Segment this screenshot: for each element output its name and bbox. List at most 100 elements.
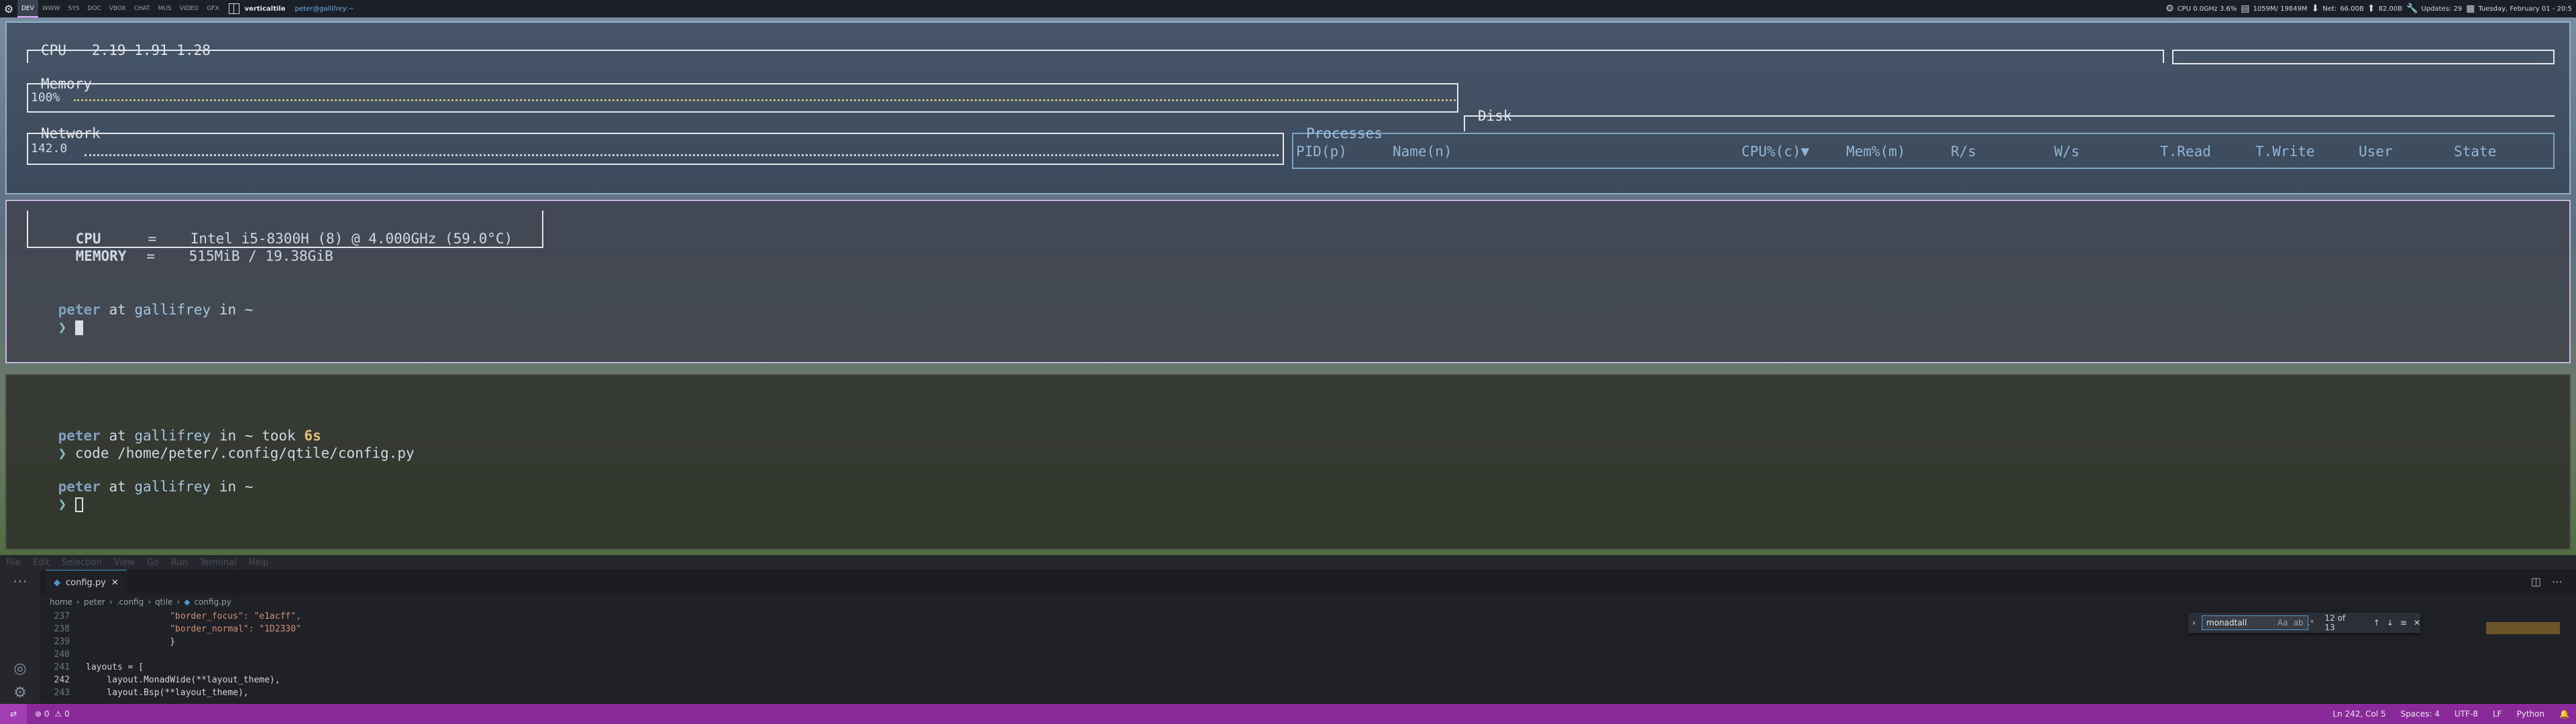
updates-widget[interactable]: 🔧 Updates: 29 bbox=[2406, 3, 2462, 14]
code-editor[interactable]: 237 "border_focus": "e1acff", 238 "borde… bbox=[40, 611, 2482, 707]
code-line[interactable]: } bbox=[86, 637, 175, 647]
menu-terminal[interactable]: Terminal bbox=[194, 558, 243, 568]
whole-word-icon[interactable]: ab bbox=[2294, 618, 2304, 627]
crumb-file[interactable]: config.py bbox=[194, 597, 231, 607]
find-count: 12 of 13 bbox=[2324, 613, 2346, 632]
selection-icon[interactable]: ≡ bbox=[2400, 618, 2407, 627]
net-down: 66.00B bbox=[2340, 5, 2364, 13]
input-line[interactable]: ❯ bbox=[24, 299, 83, 355]
menu-run[interactable]: Run bbox=[165, 558, 194, 568]
more-actions-icon[interactable]: ⋯ bbox=[2552, 575, 2563, 588]
menu-help[interactable]: Help bbox=[243, 558, 275, 568]
group-dev[interactable]: DEV bbox=[17, 0, 38, 17]
split-editor-icon[interactable]: ◫ bbox=[2531, 575, 2541, 588]
menu-file[interactable]: File bbox=[0, 558, 27, 568]
crumb-qtile[interactable]: qtile bbox=[155, 597, 172, 607]
crumb-home[interactable]: home bbox=[50, 597, 72, 607]
group-mus[interactable]: MUS bbox=[154, 0, 176, 17]
code-line[interactable]: layouts = [ bbox=[86, 662, 144, 672]
cpu-graph-box bbox=[2172, 50, 2555, 64]
minimap[interactable] bbox=[2482, 611, 2563, 707]
chevron-right-icon: › bbox=[76, 597, 80, 607]
regex-icon[interactable]: .* bbox=[2308, 618, 2314, 627]
cursor-position[interactable]: Ln 242, Col 5 bbox=[2332, 709, 2385, 719]
group-vbox[interactable]: VBOX bbox=[105, 0, 130, 17]
gear-icon[interactable]: ⚙ bbox=[12, 685, 28, 701]
col-twrite[interactable]: T.Write bbox=[2255, 143, 2315, 160]
line-number: 243 bbox=[54, 688, 70, 698]
language-mode[interactable]: Python bbox=[2516, 709, 2544, 719]
text-cursor bbox=[74, 320, 83, 335]
input-line[interactable]: ❯ bbox=[24, 476, 83, 532]
col-user[interactable]: User bbox=[2359, 143, 2393, 160]
status-bar: ⇄ ⊗ 0 ⚠ 0 Ln 242, Col 5 Spaces: 4 UTF-8 … bbox=[0, 704, 2576, 724]
group-sys[interactable]: SYS bbox=[64, 0, 83, 17]
updates-text: Updates: 29 bbox=[2421, 5, 2463, 13]
close-icon[interactable]: ✕ bbox=[2414, 618, 2420, 627]
tab-config-py[interactable]: ◆ config.py ✕ bbox=[46, 570, 127, 595]
minimap-slider[interactable] bbox=[2486, 622, 2560, 634]
code-line[interactable]: "border_focus": "e1acff", bbox=[86, 611, 301, 621]
memory-graph bbox=[74, 99, 1456, 101]
memory-box: Memory 100% bbox=[27, 76, 1458, 113]
code-line[interactable]: "border_normal": "1D2330" bbox=[86, 624, 301, 634]
menu-go[interactable]: Go bbox=[141, 558, 165, 568]
line-ending[interactable]: LF bbox=[2493, 709, 2502, 719]
encoding[interactable]: UTF-8 bbox=[2455, 709, 2478, 719]
group-chat[interactable]: CHAT bbox=[130, 0, 154, 17]
net-up: 82.00B bbox=[2378, 5, 2402, 13]
indentation[interactable]: Spaces: 4 bbox=[2401, 709, 2440, 719]
notifications-icon[interactable]: 🔔 bbox=[2559, 709, 2569, 719]
group-gfx[interactable]: GFX bbox=[203, 0, 223, 17]
cpu-icon: ⚙ bbox=[2165, 3, 2174, 14]
close-icon[interactable]: ✕ bbox=[111, 578, 119, 588]
tab-label: config.py bbox=[66, 577, 106, 588]
menu-view[interactable]: View bbox=[108, 558, 141, 568]
menu-edit[interactable]: Edit bbox=[27, 558, 56, 568]
activity-bar: ⋯ ◎ ⚙ bbox=[0, 570, 40, 707]
group-www[interactable]: WWW bbox=[38, 0, 64, 17]
sysinfo-memory-row: MEMORY = 515MiB / 19.38GiB bbox=[42, 228, 333, 284]
crumb-config[interactable]: .config bbox=[117, 597, 144, 607]
col-pid[interactable]: PID(p) bbox=[1296, 143, 1347, 160]
python-logo-icon[interactable]: ⚙ bbox=[0, 0, 17, 17]
col-cpu[interactable]: CPU%(c)▼ bbox=[1741, 143, 1809, 160]
wrench-icon: 🔧 bbox=[2406, 3, 2418, 14]
layout-icon[interactable] bbox=[228, 3, 239, 14]
network-value: 142.0 bbox=[31, 141, 68, 156]
code-line[interactable]: layout.MonadWide(**layout_theme), bbox=[86, 675, 280, 685]
crumb-peter[interactable]: peter bbox=[84, 597, 105, 607]
prompt-at: at bbox=[109, 302, 126, 318]
warnings-count[interactable]: ⚠ 0 bbox=[55, 709, 70, 719]
network-graph bbox=[85, 154, 1279, 156]
bpytop-window[interactable]: CPU ─ 2.19 1.91 1.28 Memory 100% Disk Ne… bbox=[5, 21, 2571, 194]
terminal-window[interactable]: peter at gallifrey in ~ took 6s ❯ code /… bbox=[5, 374, 2571, 550]
col-rs[interactable]: R/s bbox=[1951, 143, 1976, 160]
menu-bar: File Edit Selection View Go Run Terminal… bbox=[0, 555, 2576, 570]
remote-icon[interactable]: ⇄ bbox=[0, 704, 27, 724]
code-line[interactable]: layout.Bsp(**layout_theme), bbox=[86, 688, 248, 698]
col-mem[interactable]: Mem%(m) bbox=[1846, 143, 1906, 160]
errors-count[interactable]: ⊗ 0 bbox=[35, 709, 50, 719]
col-state[interactable]: State bbox=[2454, 143, 2496, 160]
col-name[interactable]: Name(n) bbox=[1393, 143, 1452, 160]
chevron-right-icon[interactable]: › bbox=[2192, 618, 2196, 627]
arrow-down-icon[interactable]: ↓ bbox=[2387, 618, 2394, 627]
more-icon[interactable]: ⋯ bbox=[12, 574, 28, 590]
terminal-window-active[interactable]: CPU = Intel i5-8300H (8) @ 4.000GHz (59.0… bbox=[5, 200, 2571, 363]
group-doc[interactable]: DOC bbox=[83, 0, 105, 17]
match-case-toggle[interactable]: Aa bbox=[2277, 618, 2288, 627]
prompt-at: at bbox=[109, 479, 126, 495]
find-input[interactable]: monadtall bbox=[2202, 615, 2309, 630]
calendar-icon: ▦ bbox=[2466, 3, 2475, 14]
arrow-down-icon: ⬇ bbox=[2311, 3, 2320, 14]
account-icon[interactable]: ◎ bbox=[12, 661, 28, 677]
group-video[interactable]: VIDEO bbox=[176, 0, 203, 17]
menu-selection[interactable]: Selection bbox=[56, 558, 108, 568]
arrow-up-icon[interactable]: ↑ bbox=[2373, 618, 2380, 627]
col-tread[interactable]: T.Read bbox=[2160, 143, 2211, 160]
python-file-icon: ◆ bbox=[184, 597, 191, 607]
vscode-window[interactable]: File Edit Selection View Go Run Terminal… bbox=[0, 555, 2576, 724]
line-number: 238 bbox=[54, 624, 70, 634]
col-ws[interactable]: W/s bbox=[2054, 143, 2080, 160]
